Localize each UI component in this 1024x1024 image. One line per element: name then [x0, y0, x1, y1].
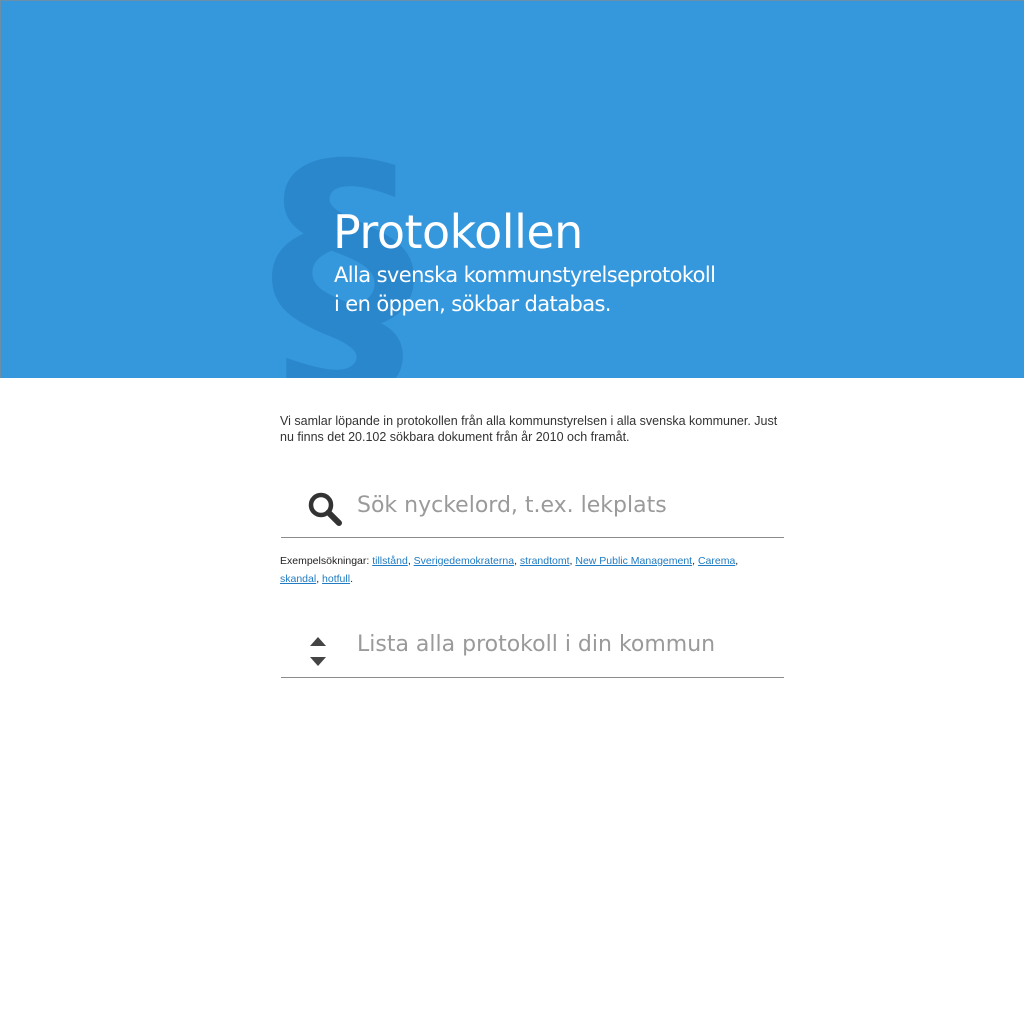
example-link-tillstand[interactable]: tillstånd: [372, 555, 408, 567]
search-icon[interactable]: [307, 491, 343, 527]
example-searches: Exempelsökningar: tillstånd, Sverigedemo…: [280, 555, 739, 585]
sort-arrows-icon: [310, 637, 326, 666]
intro-text: Vi samlar löpande in protokollen från al…: [280, 414, 778, 444]
example-link-hotfull[interactable]: hotfull: [322, 573, 350, 585]
subtitle-line-1: Alla svenska kommunstyrelseprotokoll: [334, 263, 716, 287]
example-link-sverigedemokraterna[interactable]: Sverigedemokraterna: [414, 555, 514, 567]
list-municipality-label: Lista alla protokoll i din kommun: [357, 632, 716, 657]
header-banner: § Protokollen Alla svenska kommunstyrels…: [0, 0, 1024, 378]
list-municipality-select[interactable]: Lista alla protokoll i din kommun: [281, 616, 784, 678]
example-searches-label: Exempelsökningar:: [280, 555, 370, 567]
example-link-skandal[interactable]: skandal: [280, 573, 316, 585]
subtitle-line-2: i en öppen, sökbar databas.: [334, 292, 611, 316]
example-link-new-public-management[interactable]: New Public Management: [575, 555, 692, 567]
example-searches-end: .: [350, 573, 353, 585]
example-link-strandtomt[interactable]: strandtomt: [520, 555, 570, 567]
page-title: Protokollen: [333, 205, 583, 259]
example-link-carema[interactable]: Carema: [698, 555, 735, 567]
header-left-border: [0, 0, 1, 378]
page-subtitle: Alla svenska kommunstyrelseprotokoll i e…: [334, 261, 774, 319]
header-top-border: [0, 0, 1024, 1]
search-bar: [281, 474, 784, 538]
search-input[interactable]: [353, 486, 781, 524]
